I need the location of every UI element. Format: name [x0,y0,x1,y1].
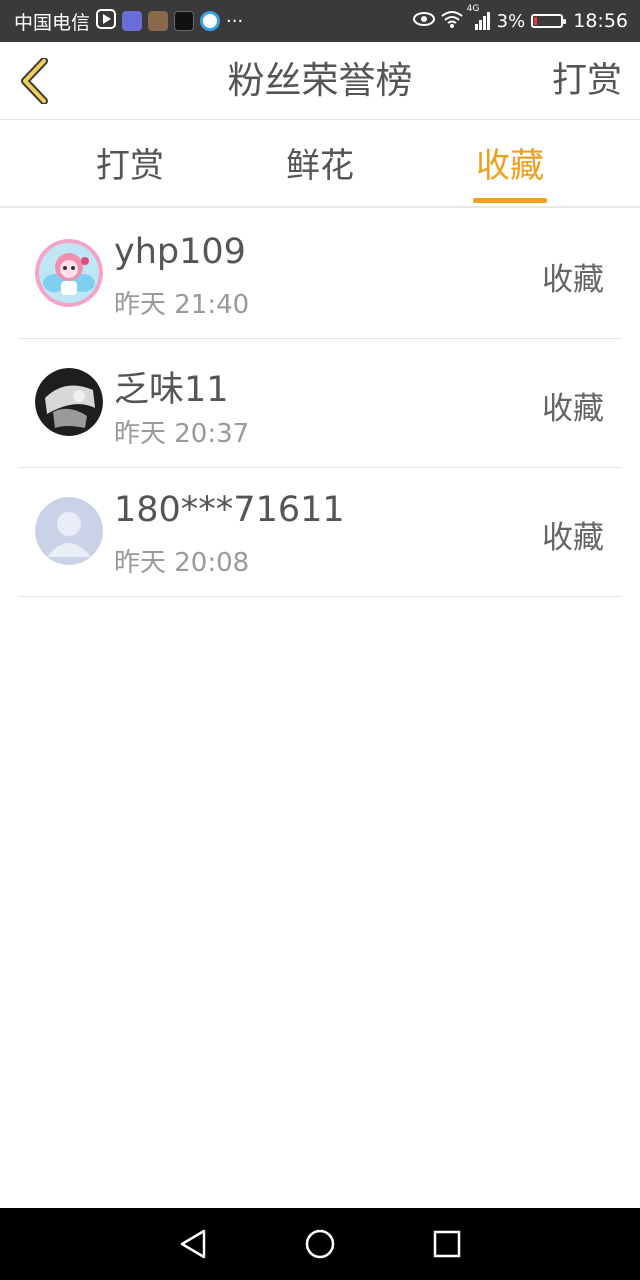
system-nav-bar [0,1208,640,1280]
tiktok-icon [174,11,195,31]
clock: 18:56 [573,10,628,32]
nav-back-button[interactable] [173,1224,213,1264]
user-name: 180***71611 [114,490,345,530]
action-label: 收藏 [542,391,604,427]
app-icon-blue [122,11,143,31]
battery-icon [531,14,567,28]
browser-app-icon [200,11,221,31]
title-bar: 粉丝荣誉榜 打赏 [0,42,640,120]
app-icon-game [148,11,169,31]
chevron-left-icon [21,58,48,104]
eye-icon [412,11,435,31]
action-label: 收藏 [542,520,604,556]
avatar [35,368,103,436]
wifi-icon [441,10,463,32]
list-item[interactable]: 180***71611 昨天 20:08 收藏 [18,468,622,597]
reward-button[interactable]: 打赏 [552,42,622,120]
status-bar: 中国电信 ··· 4G 3% 18:56 [0,0,640,42]
fan-list: yhp109 昨天 21:40 收藏 乏味11 昨天 20:37 收藏 180*… [18,210,622,597]
square-recents-icon [433,1230,460,1258]
page-title: 粉丝荣誉榜 [227,59,413,102]
action-label: 收藏 [542,262,604,298]
battery-percent: 3% [496,10,526,32]
list-item[interactable]: 乏味11 昨天 20:37 收藏 [18,339,622,468]
more-notifications: ··· [226,10,244,32]
nav-home-button[interactable] [300,1224,340,1264]
carrier-label: 中国电信 [14,11,91,34]
user-name: yhp109 [114,232,246,272]
timestamp: 昨天 21:40 [114,290,250,320]
back-button[interactable] [14,56,54,106]
triangle-back-icon [181,1229,206,1259]
status-left: 中国电信 ··· [14,8,243,35]
tab-reward[interactable]: 打赏 [70,120,190,206]
signal-icon: 4G [467,4,491,30]
tab-bar: 打赏 鲜花 收藏 [0,120,640,208]
status-right: 4G 3% 18:56 [412,4,628,32]
active-tab-indicator [473,198,547,203]
circle-home-icon [305,1229,335,1259]
user-name: 乏味11 [114,370,229,410]
network-type: 4G [466,4,480,14]
tab-favorites[interactable]: 收藏 [450,120,570,206]
timestamp: 昨天 20:37 [114,419,250,449]
avatar [35,239,103,307]
list-item[interactable]: yhp109 昨天 21:40 收藏 [18,210,622,339]
timestamp: 昨天 20:08 [114,548,250,578]
tab-flowers[interactable]: 鲜花 [260,120,380,206]
play-app-icon [96,9,117,33]
nav-recents-button[interactable] [427,1224,467,1264]
default-avatar-icon [35,497,103,565]
